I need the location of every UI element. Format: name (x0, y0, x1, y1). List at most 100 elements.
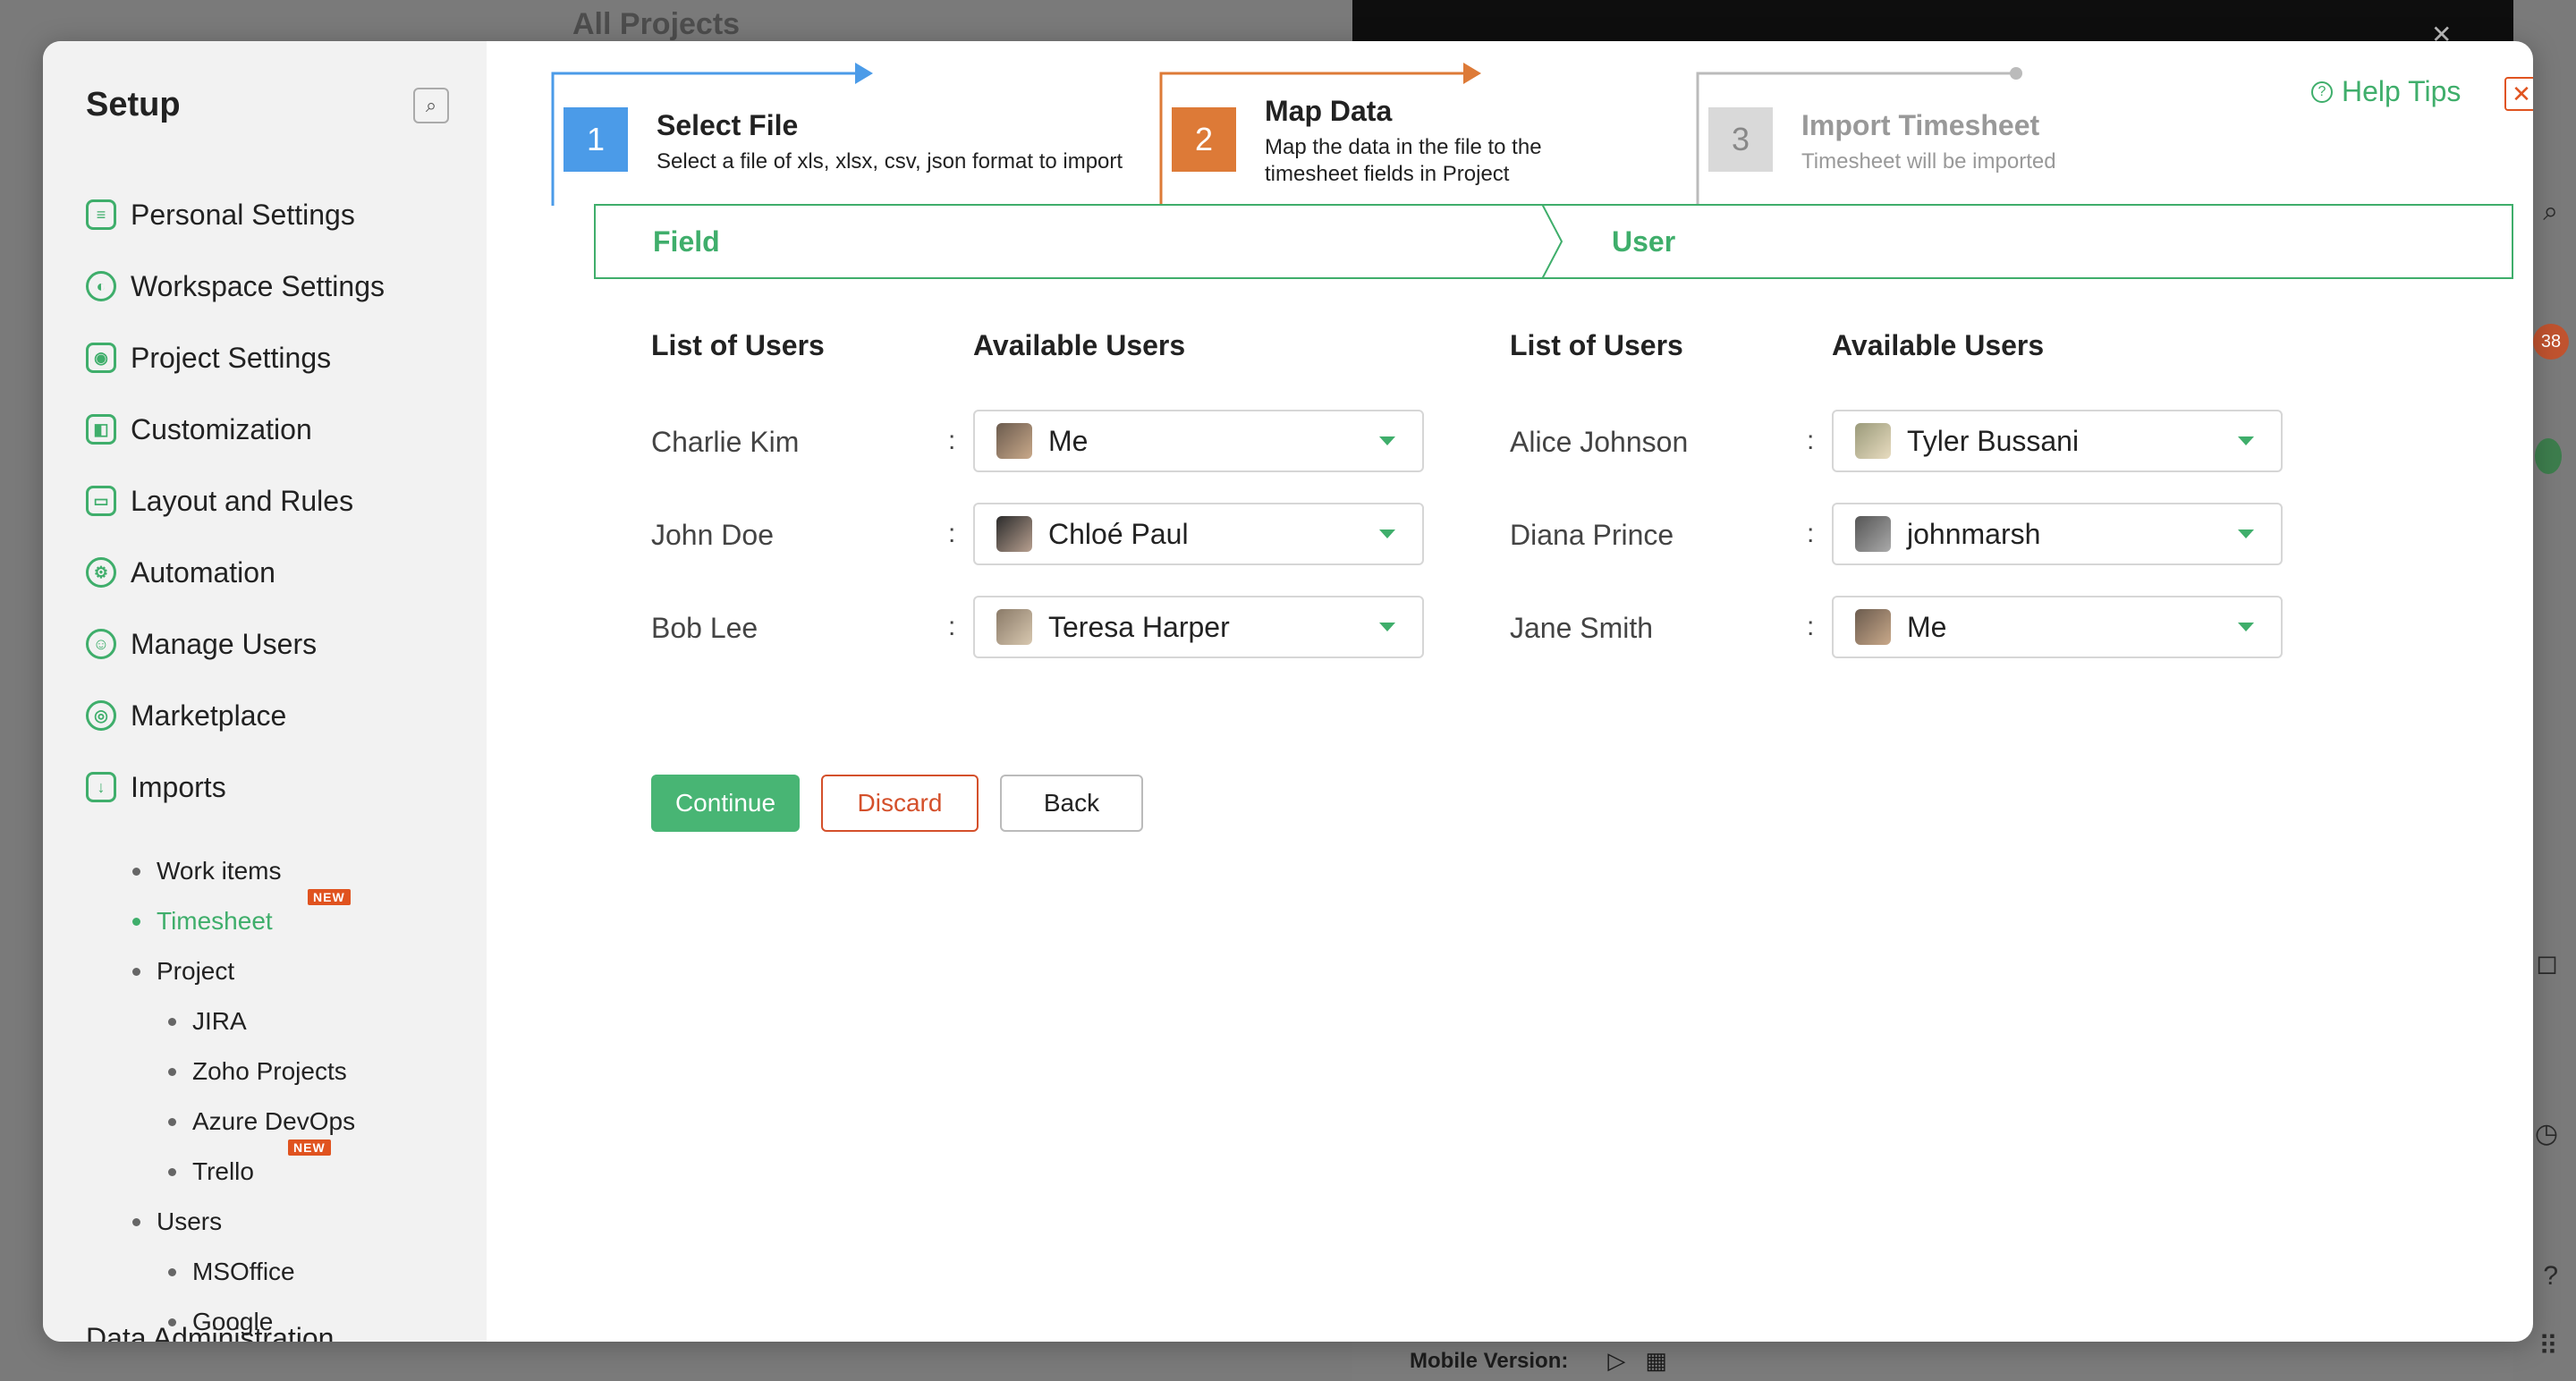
separator-colon: : (1807, 519, 1815, 548)
sidebar-item-automation[interactable]: ⚙ Automation (86, 537, 479, 608)
sub-item-msoffice[interactable]: MSOffice (132, 1247, 472, 1297)
continue-button[interactable]: Continue (651, 775, 800, 832)
file-user-name: Jane Smith (1510, 612, 1654, 644)
sub-item-azure-devops[interactable]: Azure DevOps NEW (132, 1097, 472, 1156)
file-user-name: Bob Lee (651, 612, 758, 644)
sub-item-work-items[interactable]: Work items NEW (132, 846, 472, 905)
sub-item-label: JIRA (192, 1007, 247, 1035)
bullet (168, 1167, 176, 1176)
sidebar-item-personal-settings[interactable]: ≡ Personal Settings (86, 179, 479, 250)
selected-user: Chloé Paul (1048, 517, 1189, 550)
rail-notification-badge[interactable]: 38 (2533, 324, 2569, 360)
step-1-number: 1 (564, 107, 628, 172)
step-3-number: 3 (1708, 107, 1773, 172)
qr-code-icon[interactable]: ▦ (1645, 1347, 1667, 1375)
sidebar-item-label: Layout and Rules (131, 484, 354, 517)
sidebar-item-manage-users[interactable]: ☺ Manage Users (86, 608, 479, 680)
sidebar-item-customization[interactable]: ◧ Customization (86, 394, 479, 465)
separator-colon: : (948, 519, 956, 548)
sub-item-users[interactable]: Users (132, 1197, 472, 1247)
tab-user[interactable]: User (1612, 206, 1675, 277)
step-3-description: Timesheet will be imported (1801, 149, 2056, 174)
sub-item-timesheet[interactable]: Timesheet (132, 896, 472, 946)
step-1-description: Select a file of xls, xlsx, csv, json fo… (657, 149, 1123, 174)
chevron-down-icon (1379, 530, 1395, 538)
separator-colon: : (1807, 426, 1815, 455)
available-user-select[interactable]: Chloé Paul (973, 503, 1424, 565)
right-list-users-header: List of Users (1510, 329, 1683, 361)
rail-help-icon[interactable]: ? (2543, 1261, 2558, 1292)
chevron-down-icon (1379, 623, 1395, 631)
tab-field[interactable]: Field (653, 206, 720, 277)
selected-user: johnmarsh (1907, 517, 2041, 550)
sidebar-item-label: Imports (131, 770, 226, 803)
sidebar-item-workspace-settings[interactable]: ◐ Workspace Settings (86, 250, 479, 322)
user-avatar (996, 516, 1032, 552)
sidebar-item-imports[interactable]: ↓ Imports (86, 751, 479, 823)
rail-status-dot (2535, 438, 2562, 474)
manage-users-icon: ☺ (86, 629, 116, 659)
import-content: 1 Select File Select a file of xls, xlsx… (487, 41, 2533, 1342)
mobile-version-bar: Mobile Version: ▷ ▦ (1410, 1347, 1667, 1375)
play-store-icon[interactable]: ▷ (1607, 1347, 1625, 1375)
user-avatar (996, 423, 1032, 459)
selected-user: Tyler Bussani (1907, 424, 2080, 457)
sub-item-label: Users (157, 1207, 223, 1235)
sidebar-item-label: Project Settings (131, 341, 332, 374)
selected-user: Me (1907, 610, 1947, 643)
sidebar-item-label: Manage Users (131, 627, 318, 660)
sidebar-item-layout-rules[interactable]: ▭ Layout and Rules (86, 465, 479, 537)
user-avatar (1855, 609, 1891, 645)
step-2-title: Map Data (1265, 95, 1393, 127)
rail-bell-icon[interactable]: ◻ (2536, 948, 2558, 979)
available-user-select[interactable]: Me (1832, 596, 2283, 658)
selected-user: Teresa Harper (1048, 610, 1230, 643)
file-user-name: John Doe (651, 519, 774, 551)
setup-sidebar: Setup ⌕ ≡ Personal Settings ◐ Workspace … (43, 41, 487, 1342)
sidebar-item-label: Customization (131, 412, 312, 445)
sub-item-zoho-projects[interactable]: Zoho Projects (132, 1046, 472, 1097)
sub-item-label: MSOffice (192, 1258, 295, 1285)
background-page-title: All Projects (572, 7, 741, 41)
close-modal-button[interactable]: ✕ (2504, 77, 2533, 111)
import-modal: Setup ⌕ ≡ Personal Settings ◐ Workspace … (43, 41, 2533, 1342)
separator-colon: : (948, 612, 956, 641)
bullet (132, 1217, 140, 1226)
separator-colon: : (948, 426, 956, 455)
sidebar-item-marketplace[interactable]: ◎ Marketplace (86, 680, 479, 751)
available-user-select[interactable]: Me (973, 410, 1424, 472)
step-3-title: Import Timesheet (1801, 109, 2040, 141)
chevron-down-icon (2238, 436, 2254, 445)
separator-colon: : (1807, 612, 1815, 641)
sub-item-label: Trello (192, 1157, 254, 1185)
sub-item-jira[interactable]: JIRA (132, 996, 472, 1046)
help-icon: ? (2311, 80, 2333, 103)
available-user-select[interactable]: Teresa Harper (973, 596, 1424, 658)
bullet (168, 1017, 176, 1026)
available-user-select[interactable]: johnmarsh (1832, 503, 2283, 565)
workspace-settings-icon: ◐ (86, 271, 116, 301)
rail-grid-icon[interactable]: ⠿ (2538, 1331, 2558, 1362)
step-1-arrow (855, 63, 873, 84)
rail-search-icon[interactable]: ⌕ (2543, 197, 2558, 227)
user-avatar (1855, 423, 1891, 459)
discard-button[interactable]: Discard (821, 775, 979, 832)
marketplace-icon: ◎ (86, 700, 116, 731)
sub-item-project[interactable]: Project (132, 946, 472, 996)
sub-item-label: Zoho Projects (192, 1057, 347, 1085)
sidebar-item-data-administration[interactable]: Data Administration (86, 1322, 334, 1342)
sidebar-search-icon[interactable]: ⌕ (413, 88, 449, 123)
bullet (132, 967, 140, 976)
sidebar-item-project-settings[interactable]: ◉ Project Settings (86, 322, 479, 394)
user-avatar (996, 609, 1032, 645)
automation-icon: ⚙ (86, 557, 116, 588)
step-2-number: 2 (1172, 107, 1236, 172)
project-settings-icon: ◉ (86, 343, 116, 373)
available-user-select[interactable]: Tyler Bussani (1832, 410, 2283, 472)
help-tips-link[interactable]: ? Help Tips (2311, 75, 2461, 108)
rail-clock-icon[interactable]: ◷ (2535, 1118, 2558, 1149)
selected-user: Me (1048, 424, 1089, 457)
back-button[interactable]: Back (1000, 775, 1143, 832)
step-3-end-dot (2010, 67, 2022, 80)
sub-item-trello[interactable]: Trello (132, 1147, 472, 1197)
